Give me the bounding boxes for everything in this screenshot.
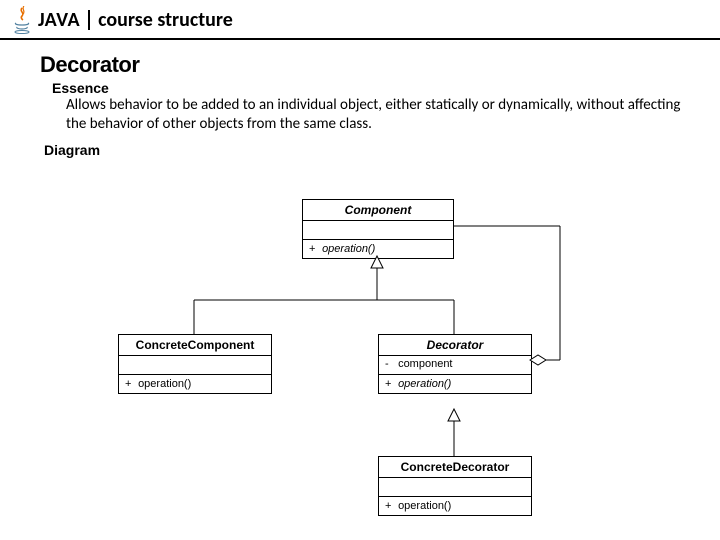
uml-class-name: Component xyxy=(303,200,453,221)
uml-attrs-empty xyxy=(303,221,453,240)
diagram-heading: Diagram xyxy=(44,142,692,158)
uml-attrs-empty xyxy=(119,356,271,375)
page-title: Decorator xyxy=(40,52,692,78)
uml-attrs-empty xyxy=(379,478,531,497)
uml-ops: + operation() xyxy=(303,240,453,258)
content: Decorator Essence Allows behavior to be … xyxy=(0,40,720,158)
uml-attrs: - component xyxy=(379,356,531,375)
header-divider xyxy=(88,10,90,30)
essence-text: Allows behavior to be added to an indivi… xyxy=(66,96,682,134)
uml-class-component: Component + operation() xyxy=(302,199,454,259)
uml-class-name: ConcreteComponent xyxy=(119,335,271,356)
uml-class-concrete-decorator: ConcreteDecorator + operation() xyxy=(378,456,532,516)
uml-class-name: ConcreteDecorator xyxy=(379,457,531,478)
java-logo-icon xyxy=(12,6,32,34)
brand-text: JAVA xyxy=(38,8,80,32)
header: JAVA course structure xyxy=(0,0,720,40)
header-subtitle: course structure xyxy=(98,8,233,32)
essence-heading: Essence xyxy=(52,80,692,96)
uml-ops: + operation() xyxy=(379,497,531,515)
uml-class-name: Decorator xyxy=(379,335,531,356)
uml-class-concrete-component: ConcreteComponent + operation() xyxy=(118,334,272,394)
uml-class-decorator: Decorator - component + operation() xyxy=(378,334,532,394)
uml-ops: + operation() xyxy=(119,375,271,393)
uml-ops: + operation() xyxy=(379,375,531,393)
